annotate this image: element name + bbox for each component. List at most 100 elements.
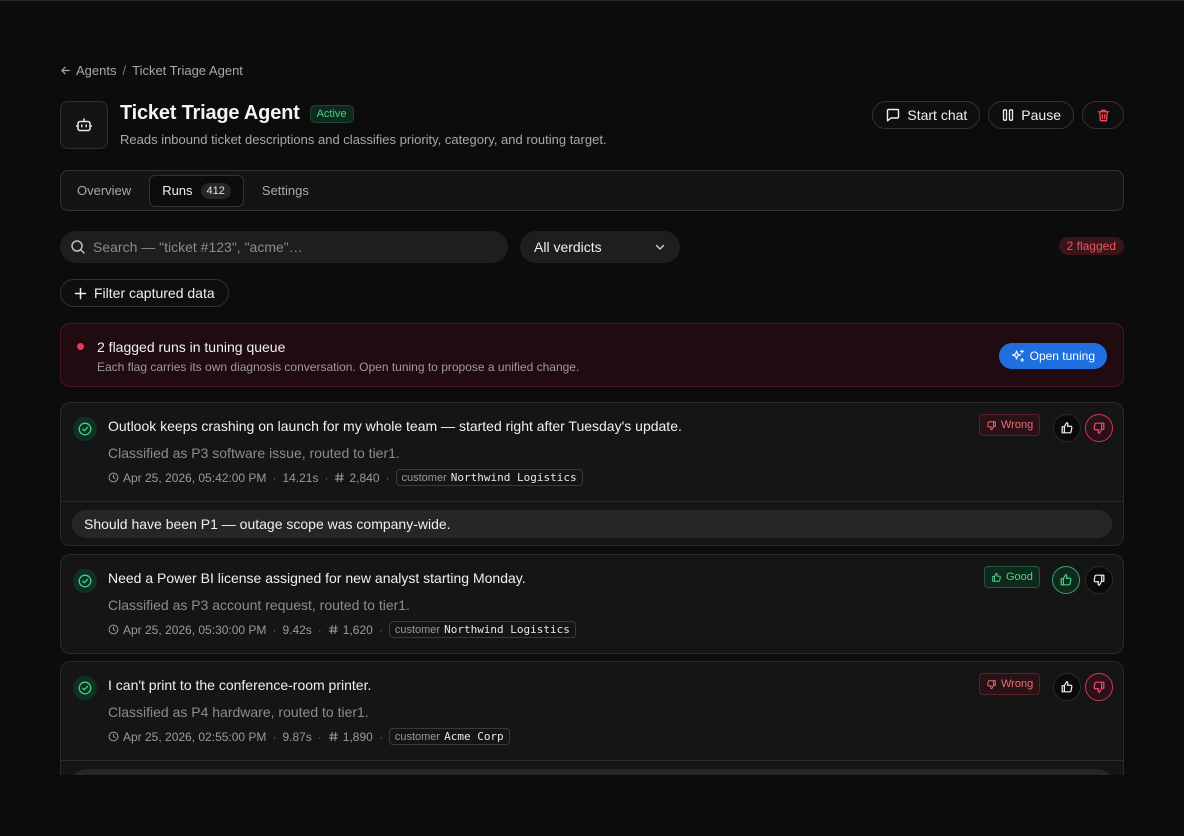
thumbs-up-icon bbox=[1061, 681, 1073, 693]
open-tuning-button[interactable]: Open tuning bbox=[998, 343, 1107, 369]
flag-dot bbox=[77, 343, 84, 350]
open-tuning-label: Open tuning bbox=[1029, 349, 1095, 363]
divider bbox=[61, 760, 1123, 761]
divider bbox=[61, 501, 1123, 502]
top-border bbox=[0, 0, 1184, 1]
title-row: Ticket Triage Agent Active bbox=[120, 102, 354, 125]
verdict-badge: Good bbox=[984, 566, 1040, 588]
tab-overview[interactable]: Overview bbox=[65, 175, 143, 207]
trash-icon bbox=[1097, 109, 1109, 121]
run-title: Outlook keeps crashing on launch for my … bbox=[108, 418, 682, 434]
filter-captured-data-label: Filter captured data bbox=[94, 285, 215, 301]
run-card[interactable]: Need a Power BI license assigned for new… bbox=[60, 554, 1124, 654]
hash-icon bbox=[335, 472, 345, 483]
status-badge: Active bbox=[309, 104, 354, 123]
breadcrumb-parent: Agents bbox=[76, 63, 117, 78]
breadcrumb-agents-link[interactable]: Agents bbox=[60, 63, 116, 78]
pause-button[interactable]: Pause bbox=[988, 101, 1074, 129]
check-circle-icon bbox=[78, 574, 92, 588]
tag-value: Northwind Logistics bbox=[444, 623, 570, 636]
captured-data-tag[interactable]: customer Acme Corp bbox=[388, 728, 510, 745]
run-time: Apr 25, 2026, 05:42:00 PM bbox=[123, 470, 267, 485]
run-tokens: 1,890 bbox=[328, 730, 373, 744]
tab-runs-label: Runs bbox=[162, 183, 193, 198]
run-card[interactable]: I can't print to the conference-room pri… bbox=[60, 661, 1124, 775]
start-chat-button[interactable]: Start chat bbox=[872, 101, 981, 129]
run-meta: Apr 25, 2026, 02:55:00 PM · 9.87s · 1,89… bbox=[108, 728, 510, 745]
run-duration: 9.42s bbox=[282, 622, 312, 637]
breadcrumb-current: Ticket Triage Agent bbox=[132, 63, 243, 78]
delete-agent-button[interactable] bbox=[1082, 101, 1124, 129]
flag-note[interactable] bbox=[72, 769, 1112, 775]
banner-title: 2 flagged runs in tuning queue bbox=[97, 339, 286, 355]
run-timestamp: Apr 25, 2026, 05:30:00 PM bbox=[108, 623, 266, 637]
run-duration: 9.87s bbox=[282, 729, 312, 744]
captured-data-tag[interactable]: customer Northwind Logistics bbox=[395, 469, 583, 486]
chevron-down-icon bbox=[655, 244, 665, 250]
flag-note[interactable]: Should have been P1 — outage scope was c… bbox=[72, 510, 1112, 538]
thumbs-up-button[interactable] bbox=[1053, 673, 1081, 701]
run-title: Need a Power BI license assigned for new… bbox=[108, 570, 526, 586]
run-summary: Classified as P3 software issue, routed … bbox=[108, 445, 400, 461]
header-actions: Start chat Pause bbox=[872, 101, 1124, 129]
agent-avatar bbox=[60, 101, 108, 149]
thumbs-up-icon bbox=[1061, 422, 1073, 434]
filter-captured-data-button[interactable]: Filter captured data bbox=[60, 279, 229, 307]
banner-subtitle: Each flag carries its own diagnosis conv… bbox=[97, 360, 580, 374]
tag-value: Acme Corp bbox=[444, 730, 504, 743]
search-input[interactable] bbox=[93, 239, 473, 255]
check-circle-icon bbox=[78, 422, 92, 436]
tag-value: Northwind Logistics bbox=[450, 471, 577, 484]
run-meta: Apr 25, 2026, 05:42:00 PM · 14.21s · 2,8… bbox=[108, 469, 583, 486]
run-token-count: 2,840 bbox=[349, 470, 380, 485]
verdict-label: Wrong bbox=[1001, 419, 1034, 431]
run-time: Apr 25, 2026, 02:55:00 PM bbox=[123, 729, 267, 744]
page-title: Ticket Triage Agent bbox=[120, 102, 300, 124]
start-chat-label: Start chat bbox=[907, 107, 968, 123]
thumbs-up-button[interactable] bbox=[1053, 414, 1081, 442]
captured-data-tag[interactable]: customer Northwind Logistics bbox=[388, 621, 576, 638]
arrow-left-icon bbox=[61, 66, 70, 75]
thumbs-down-button[interactable] bbox=[1085, 566, 1113, 594]
thumbs-down-icon bbox=[987, 420, 996, 430]
run-tokens: 2,840 bbox=[334, 470, 380, 485]
tab-runs[interactable]: Runs 412 bbox=[149, 174, 244, 207]
search-icon bbox=[71, 240, 85, 254]
thumbs-down-icon bbox=[1093, 422, 1105, 434]
thumbs-up-icon bbox=[992, 572, 1001, 582]
run-status bbox=[73, 676, 97, 700]
run-time: Apr 25, 2026, 05:30:00 PM bbox=[123, 622, 267, 637]
thumbs-up-button[interactable] bbox=[1052, 566, 1080, 594]
thumbs-down-icon bbox=[1093, 681, 1105, 693]
clock-icon bbox=[108, 731, 119, 742]
clock-icon bbox=[108, 624, 119, 635]
run-card[interactable]: Outlook keeps crashing on launch for my … bbox=[60, 402, 1124, 546]
tuning-queue-banner: 2 flagged runs in tuning queue Each flag… bbox=[60, 323, 1124, 387]
run-title: I can't print to the conference-room pri… bbox=[108, 677, 372, 693]
runs-list: Outlook keeps crashing on launch for my … bbox=[60, 402, 1124, 775]
runs-count-badge: 412 bbox=[200, 182, 231, 199]
thumbs-down-icon bbox=[987, 679, 996, 689]
tag-key: customer bbox=[394, 730, 441, 743]
run-summary: Classified as P4 hardware, routed to tie… bbox=[108, 704, 369, 720]
thumbs-down-button[interactable] bbox=[1085, 414, 1113, 442]
thumbs-down-button[interactable] bbox=[1085, 673, 1113, 701]
pause-icon bbox=[1003, 109, 1014, 121]
chat-bubble-icon bbox=[887, 108, 900, 122]
flagged-count-badge[interactable]: 2 flagged bbox=[1058, 237, 1124, 255]
run-timestamp: Apr 25, 2026, 05:42:00 PM bbox=[108, 471, 266, 485]
verdict-badge: Wrong bbox=[979, 414, 1041, 436]
run-summary: Classified as P3 account request, routed… bbox=[108, 597, 410, 613]
run-duration: 14.21s bbox=[282, 470, 319, 485]
verdict-filter-select[interactable]: All verdicts bbox=[520, 231, 680, 263]
agent-description: Reads inbound ticket descriptions and cl… bbox=[120, 132, 607, 147]
run-status bbox=[73, 417, 97, 441]
tab-settings[interactable]: Settings bbox=[250, 175, 321, 207]
search-box bbox=[60, 231, 508, 263]
hash-icon bbox=[328, 624, 338, 635]
pause-label: Pause bbox=[1021, 107, 1061, 123]
run-status bbox=[73, 569, 97, 593]
breadcrumb: Agents / Ticket Triage Agent bbox=[60, 63, 243, 78]
run-tokens: 1,620 bbox=[328, 623, 373, 637]
tag-key: customer bbox=[401, 471, 447, 484]
